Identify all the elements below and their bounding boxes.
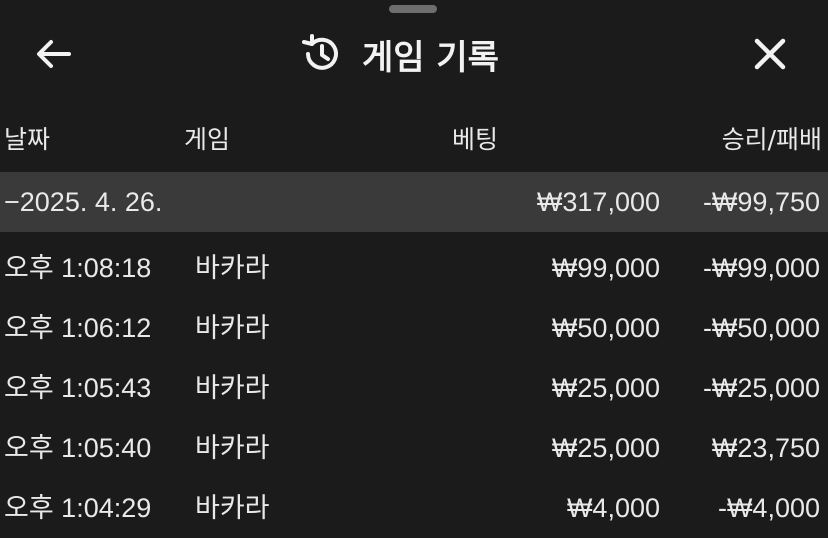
column-header-game[interactable]: 게임: [184, 118, 230, 162]
column-header-result[interactable]: 승리/패배: [722, 118, 822, 162]
group-date: −2025. 4. 26.: [4, 187, 163, 217]
row-bet: ₩25,000: [551, 433, 660, 463]
row-time: 오후 1:04:29: [4, 493, 152, 523]
drag-handle[interactable]: [389, 5, 437, 13]
table-row[interactable]: 오후 1:05:40 바카라 ₩25,000 ₩23,750: [0, 418, 828, 478]
close-icon: [754, 38, 786, 70]
row-game: 바카라: [195, 433, 270, 463]
group-result-total: -₩99,750: [702, 187, 820, 217]
row-bet: ₩99,000: [551, 253, 660, 283]
column-header-bet[interactable]: 베팅: [452, 118, 498, 162]
row-result: -₩99,000: [702, 253, 820, 283]
table-row[interactable]: 오후 1:08:18 바카라 ₩99,000 -₩99,000: [0, 238, 828, 298]
table-row[interactable]: 오후 1:06:12 바카라 ₩50,000 -₩50,000: [0, 298, 828, 358]
column-header-date[interactable]: 날짜: [4, 118, 50, 162]
page-title-group: 게임 기록: [300, 30, 540, 78]
history-clock-icon: [302, 34, 338, 70]
row-result: -₩4,000: [717, 493, 820, 523]
page-title: 게임 기록: [362, 37, 499, 78]
table-header: 날짜 게임 베팅 승리/패배: [0, 118, 828, 162]
row-time: 오후 1:08:18: [4, 253, 152, 283]
row-result: -₩25,000: [702, 373, 820, 403]
date-group-row[interactable]: −2025. 4. 26. ₩317,000 -₩99,750: [0, 172, 828, 232]
row-game: 바카라: [195, 493, 270, 523]
table-row[interactable]: 오후 1:05:43 바카라 ₩25,000 -₩25,000: [0, 358, 828, 418]
back-button[interactable]: [28, 34, 78, 74]
row-bet: ₩4,000: [566, 493, 660, 523]
row-result: ₩23,750: [711, 433, 820, 463]
row-result: -₩50,000: [702, 313, 820, 343]
row-game: 바카라: [195, 253, 270, 283]
close-button[interactable]: [745, 32, 795, 76]
row-time: 오후 1:05:43: [4, 373, 152, 403]
arrow-left-icon: [37, 40, 71, 68]
row-time: 오후 1:05:40: [4, 433, 152, 463]
row-bet: ₩50,000: [551, 313, 660, 343]
table-row[interactable]: 오후 1:04:29 바카라 ₩4,000 -₩4,000: [0, 478, 828, 538]
row-game: 바카라: [195, 313, 270, 343]
row-time: 오후 1:06:12: [4, 313, 152, 343]
group-bet-total: ₩317,000: [536, 187, 660, 217]
header: 게임 기록: [0, 18, 828, 90]
row-bet: ₩25,000: [551, 373, 660, 403]
row-game: 바카라: [195, 373, 270, 403]
